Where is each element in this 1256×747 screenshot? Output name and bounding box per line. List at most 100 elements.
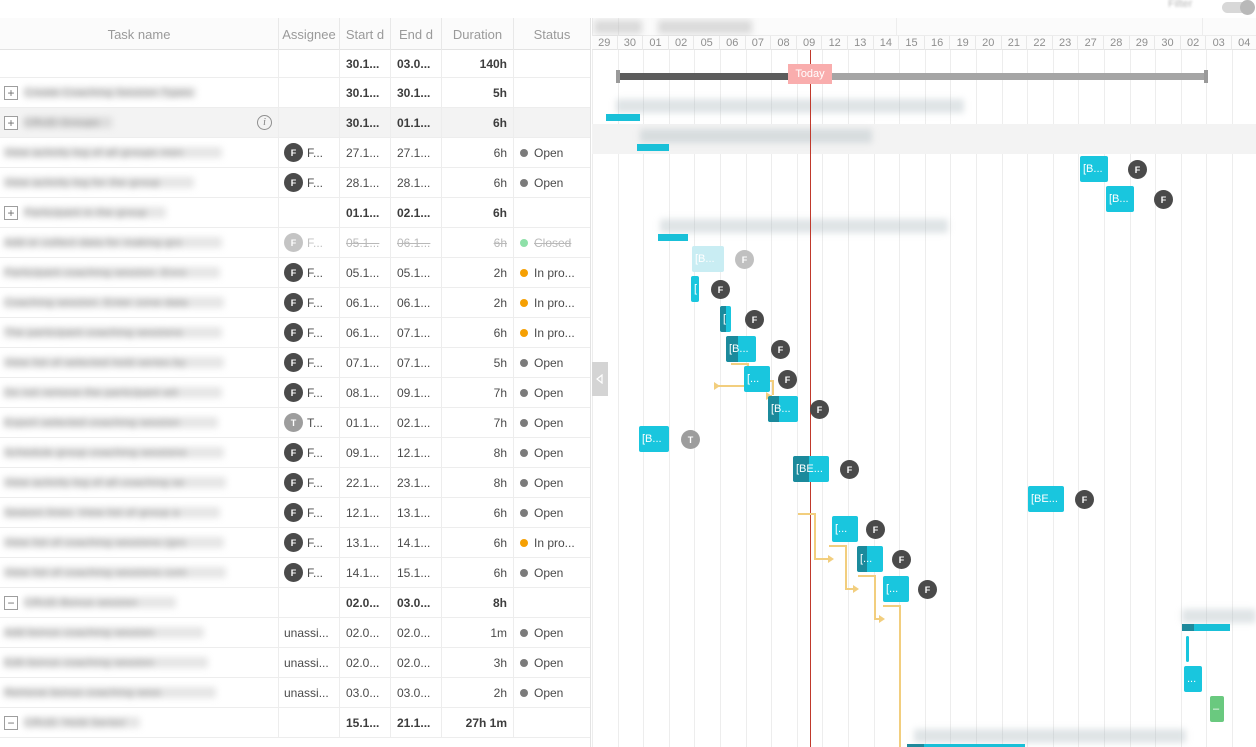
avatar[interactable]: F — [711, 280, 730, 299]
assignee-cell[interactable]: T T... — [279, 408, 340, 437]
duration-cell[interactable]: 6h — [442, 168, 514, 197]
table-row[interactable]: Participant coaching session: Enro F F... 0… — [0, 258, 590, 288]
table-row[interactable]: View activity log of all groups men F F...… — [0, 138, 590, 168]
status-cell[interactable] — [514, 198, 590, 227]
duration-cell[interactable]: 6h — [442, 138, 514, 167]
duration-cell[interactable]: 6h — [442, 498, 514, 527]
end-date-cell[interactable]: 02.1... — [391, 198, 442, 227]
table-row[interactable]: Export selected coaching session T T... 01.… — [0, 408, 590, 438]
task-bar[interactable]: [... — [857, 546, 883, 572]
table-row[interactable]: Do not remove the participant wit F F... 08… — [0, 378, 590, 408]
avatar[interactable]: F — [918, 580, 937, 599]
task-bar[interactable]: [B... — [692, 246, 724, 272]
table-row[interactable]: View activity log for the group F F... 28.1… — [0, 168, 590, 198]
table-row[interactable]: View list of selected hold series by F F..… — [0, 348, 590, 378]
end-date-cell[interactable]: 14.1... — [391, 528, 442, 557]
start-date-cell[interactable]: 05.1... — [340, 258, 391, 287]
day-header-cell[interactable]: 07 — [746, 36, 772, 50]
avatar[interactable]: F — [1075, 490, 1094, 509]
status-cell[interactable]: Open — [514, 498, 590, 527]
duration-cell[interactable]: 6h — [442, 558, 514, 587]
status-cell[interactable] — [514, 588, 590, 617]
status-cell[interactable]: In pro... — [514, 288, 590, 317]
duration-cell[interactable]: 6h — [442, 528, 514, 557]
assignee-cell[interactable]: F F... — [279, 468, 340, 497]
timeline-body[interactable]: Today [B... F [B... F [B... F [F [F [B... F [... F [B… — [592, 50, 1256, 747]
task-bar[interactable]: [... — [744, 366, 770, 392]
day-header-cell[interactable]: 27 — [1078, 36, 1104, 50]
column-header-status[interactable]: Status — [514, 18, 590, 50]
status-cell[interactable]: Closed — [514, 228, 590, 257]
avatar[interactable]: F — [1154, 190, 1173, 209]
table-row[interactable]: Edit bonus coaching session unassi... 02.0… — [0, 648, 590, 678]
day-header-cell[interactable]: 30 — [1155, 36, 1181, 50]
status-cell[interactable]: Open — [514, 348, 590, 377]
start-date-cell[interactable]: 13.1... — [340, 528, 391, 557]
end-date-cell[interactable]: 12.1... — [391, 438, 442, 467]
start-date-cell[interactable]: 27.1... — [340, 138, 391, 167]
duration-cell[interactable]: 3h — [442, 648, 514, 677]
status-cell[interactable]: In pro... — [514, 318, 590, 347]
duration-cell[interactable]: 27h 1m — [442, 708, 514, 737]
task-bar[interactable]: [ — [691, 276, 699, 302]
status-cell[interactable] — [514, 78, 590, 107]
duration-cell[interactable]: 1m — [442, 618, 514, 647]
status-cell[interactable]: Open — [514, 168, 590, 197]
duration-cell[interactable]: 7h — [442, 378, 514, 407]
duration-cell[interactable]: 5h — [442, 78, 514, 107]
task-bar[interactable]: [B... — [768, 396, 798, 422]
table-row[interactable]: + Create Coaching Session Types 30.1... 30.… — [0, 78, 590, 108]
assignee-cell[interactable]: F F... — [279, 528, 340, 557]
end-date-cell[interactable]: 27.1... — [391, 138, 442, 167]
task-name-cell[interactable]: + Create Coaching Session Types — [0, 78, 279, 107]
status-cell[interactable] — [514, 108, 590, 137]
day-header-cell[interactable]: 19 — [950, 36, 976, 50]
table-row[interactable]: 30.1... 03.0... 140h — [0, 50, 590, 78]
start-date-cell[interactable]: 14.1... — [340, 558, 391, 587]
filter-toggle-knob[interactable] — [1240, 0, 1255, 15]
table-row[interactable]: Add bonus coaching session unassi... 02.0.… — [0, 618, 590, 648]
status-cell[interactable]: Open — [514, 618, 590, 647]
table-row[interactable]: + CRUD Groups i 30.1... 01.1... 6h — [0, 108, 590, 138]
task-bar[interactable]: ... — [1184, 666, 1202, 692]
task-name-cell[interactable]: Participant coaching session: Enro — [0, 258, 279, 287]
avatar[interactable]: F — [892, 550, 911, 569]
day-header-cell[interactable]: 05 — [694, 36, 720, 50]
status-cell[interactable]: Open — [514, 408, 590, 437]
end-date-cell[interactable]: 21.1... — [391, 708, 442, 737]
table-row[interactable]: View list of coaching sessions com F F... 1… — [0, 558, 590, 588]
assignee-cell[interactable]: F F... — [279, 138, 340, 167]
start-date-cell[interactable]: 07.1... — [340, 348, 391, 377]
avatar[interactable]: F — [866, 520, 885, 539]
task-name-cell[interactable]: − CRUD 'Hold Series' — [0, 708, 279, 737]
status-cell[interactable]: Open — [514, 648, 590, 677]
status-cell[interactable]: Open — [514, 378, 590, 407]
day-header-cell[interactable]: 04 — [1232, 36, 1256, 50]
table-row[interactable]: Season lines: View list of group a F F... 1… — [0, 498, 590, 528]
end-date-cell[interactable]: 06.1... — [391, 228, 442, 257]
table-row[interactable]: + Participant in the group 01.1... 02.1... 6… — [0, 198, 590, 228]
day-header-cell[interactable]: 21 — [1002, 36, 1028, 50]
end-date-cell[interactable]: 03.0... — [391, 678, 442, 707]
end-date-cell[interactable]: 28.1... — [391, 168, 442, 197]
status-cell[interactable]: Open — [514, 138, 590, 167]
task-name-cell[interactable]: View list of coaching sessions (gro — [0, 528, 279, 557]
day-header-cell[interactable]: 09 — [797, 36, 823, 50]
day-header-cell[interactable]: 29 — [592, 36, 618, 50]
day-header-cell[interactable]: 14 — [874, 36, 900, 50]
end-date-cell[interactable]: 07.1... — [391, 318, 442, 347]
end-date-cell[interactable]: 23.1... — [391, 468, 442, 497]
avatar[interactable]: T — [681, 430, 700, 449]
assignee-cell[interactable]: F F... — [279, 168, 340, 197]
task-name-cell[interactable]: View activity log of all coaching se — [0, 468, 279, 497]
table-row[interactable]: Remove bonus coaching sess unassi... 03.0.… — [0, 678, 590, 708]
task-name-cell[interactable]: Schedule group coaching sessions — [0, 438, 279, 467]
duration-cell[interactable]: 2h — [442, 288, 514, 317]
task-bar[interactable]: [BE... — [793, 456, 829, 482]
task-bar[interactable]: [B... — [1080, 156, 1108, 182]
task-name-cell[interactable]: − CRUD Bonus session — [0, 588, 279, 617]
day-header-cell[interactable]: 15 — [899, 36, 925, 50]
task-bar[interactable]: [ — [720, 306, 731, 332]
task-bar[interactable]: – — [1210, 696, 1224, 722]
day-header-cell[interactable]: 22 — [1027, 36, 1053, 50]
